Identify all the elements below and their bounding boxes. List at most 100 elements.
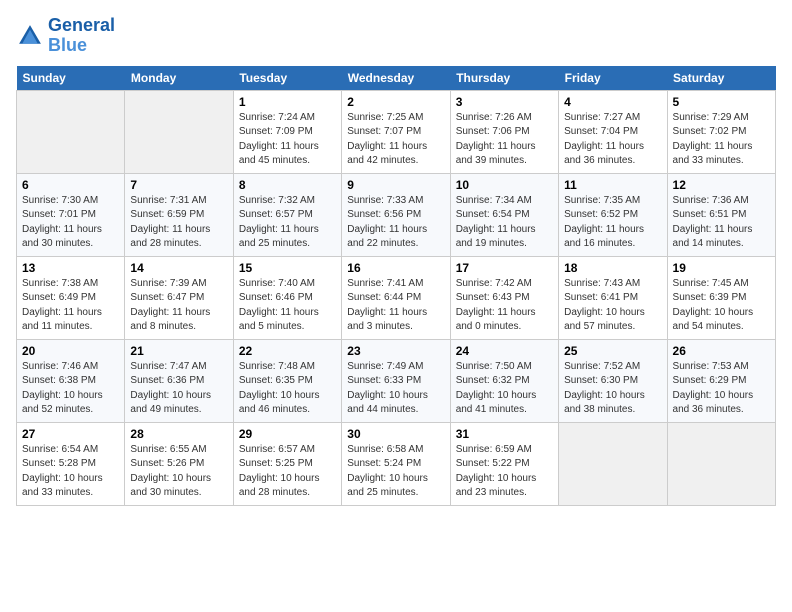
weekday-header-row: SundayMondayTuesdayWednesdayThursdayFrid…	[17, 66, 776, 91]
day-cell	[17, 90, 125, 173]
day-number: 6	[22, 178, 119, 192]
day-cell: 11 Sunrise: 7:35 AM Sunset: 6:52 PM Dayli…	[559, 173, 667, 256]
day-cell: 17Sunrise: 7:42 AM Sunset: 6:43 PM Dayli…	[450, 256, 558, 339]
day-cell: 1 Sunrise: 7:24 AM Sunset: 7:09 PM Daylig…	[233, 90, 341, 173]
day-cell: 21Sunrise: 7:47 AM Sunset: 6:36 PM Dayli…	[125, 339, 233, 422]
day-info: Sunrise: 7:39 AM Sunset: 6:47 PM Dayligh…	[130, 277, 227, 335]
day-cell: 6 Sunrise: 7:30 AM Sunset: 7:01 PM Daylig…	[17, 173, 125, 256]
day-info: Sunrise: 7:50 AM Sunset: 6:32 PM Dayligh…	[456, 360, 553, 418]
day-number: 10	[456, 178, 553, 192]
day-cell: 10 Sunrise: 7:34 AM Sunset: 6:54 PM Dayli…	[450, 173, 558, 256]
day-cell: 29 Sunrise: 6:57 AM Sunset: 5:25 PM Dayli…	[233, 422, 341, 505]
day-number: 11	[564, 178, 661, 192]
day-info: Sunrise: 7:31 AM Sunset: 6:59 PM Dayligh…	[130, 194, 227, 252]
day-info: Sunrise: 7:53 AM Sunset: 6:29 PM Dayligh…	[673, 360, 770, 418]
day-number: 8	[239, 178, 336, 192]
day-cell: 2 Sunrise: 7:25 AM Sunset: 7:07 PM Daylig…	[342, 90, 450, 173]
weekday-header-thursday: Thursday	[450, 66, 558, 91]
day-info: Sunrise: 7:30 AM Sunset: 7:01 PM Dayligh…	[22, 194, 119, 252]
day-info: Sunrise: 7:41 AM Sunset: 6:44 PM Dayligh…	[347, 277, 444, 335]
day-cell: 5 Sunrise: 7:29 AM Sunset: 7:02 PM Daylig…	[667, 90, 775, 173]
weekday-header-tuesday: Tuesday	[233, 66, 341, 91]
day-cell: 3Sunrise: 7:26 AM Sunset: 7:06 PM Daylig…	[450, 90, 558, 173]
day-info: Sunrise: 7:42 AM Sunset: 6:43 PM Dayligh…	[456, 277, 553, 335]
day-cell	[667, 422, 775, 505]
day-number: 2	[347, 95, 444, 109]
day-cell: 4Sunrise: 7:27 AM Sunset: 7:04 PM Daylig…	[559, 90, 667, 173]
day-info: Sunrise: 7:29 AM Sunset: 7:02 PM Dayligh…	[673, 111, 770, 169]
day-number: 5	[673, 95, 770, 109]
day-cell: 8 Sunrise: 7:32 AM Sunset: 6:57 PM Daylig…	[233, 173, 341, 256]
day-info: Sunrise: 7:27 AM Sunset: 7:04 PM Dayligh…	[564, 111, 661, 169]
day-info: Sunrise: 7:35 AM Sunset: 6:52 PM Dayligh…	[564, 194, 661, 252]
day-number: 23	[347, 344, 444, 358]
day-number: 21	[130, 344, 227, 358]
day-cell: 23 Sunrise: 7:49 AM Sunset: 6:33 PM Dayli…	[342, 339, 450, 422]
day-cell: 27 Sunrise: 6:54 AM Sunset: 5:28 PM Dayli…	[17, 422, 125, 505]
day-info: Sunrise: 6:57 AM Sunset: 5:25 PM Dayligh…	[239, 443, 336, 501]
day-number: 14	[130, 261, 227, 275]
day-cell: 31 Sunrise: 6:59 AM Sunset: 5:22 PM Dayli…	[450, 422, 558, 505]
week-row-1: 1 Sunrise: 7:24 AM Sunset: 7:09 PM Daylig…	[17, 90, 776, 173]
day-info: Sunrise: 7:45 AM Sunset: 6:39 PM Dayligh…	[673, 277, 770, 335]
day-number: 24	[456, 344, 553, 358]
day-number: 13	[22, 261, 119, 275]
day-number: 15	[239, 261, 336, 275]
weekday-header-wednesday: Wednesday	[342, 66, 450, 91]
day-info: Sunrise: 7:34 AM Sunset: 6:54 PM Dayligh…	[456, 194, 553, 252]
day-cell: 16 Sunrise: 7:41 AM Sunset: 6:44 PM Dayli…	[342, 256, 450, 339]
day-info: Sunrise: 7:26 AM Sunset: 7:06 PM Dayligh…	[456, 111, 553, 169]
logo-icon	[16, 22, 44, 50]
day-number: 16	[347, 261, 444, 275]
calendar-table: SundayMondayTuesdayWednesdayThursdayFrid…	[16, 66, 776, 506]
day-number: 19	[673, 261, 770, 275]
day-cell: 30Sunrise: 6:58 AM Sunset: 5:24 PM Dayli…	[342, 422, 450, 505]
day-number: 22	[239, 344, 336, 358]
page-header: General Blue	[16, 16, 776, 56]
day-info: Sunrise: 7:52 AM Sunset: 6:30 PM Dayligh…	[564, 360, 661, 418]
day-info: Sunrise: 7:38 AM Sunset: 6:49 PM Dayligh…	[22, 277, 119, 335]
day-number: 27	[22, 427, 119, 441]
day-info: Sunrise: 7:32 AM Sunset: 6:57 PM Dayligh…	[239, 194, 336, 252]
week-row-5: 27 Sunrise: 6:54 AM Sunset: 5:28 PM Dayli…	[17, 422, 776, 505]
day-number: 26	[673, 344, 770, 358]
day-number: 9	[347, 178, 444, 192]
day-cell	[559, 422, 667, 505]
day-cell: 25 Sunrise: 7:52 AM Sunset: 6:30 PM Dayli…	[559, 339, 667, 422]
day-info: Sunrise: 6:59 AM Sunset: 5:22 PM Dayligh…	[456, 443, 553, 501]
day-number: 25	[564, 344, 661, 358]
day-cell: 24 Sunrise: 7:50 AM Sunset: 6:32 PM Dayli…	[450, 339, 558, 422]
day-cell: 15 Sunrise: 7:40 AM Sunset: 6:46 PM Dayli…	[233, 256, 341, 339]
day-cell: 12Sunrise: 7:36 AM Sunset: 6:51 PM Dayli…	[667, 173, 775, 256]
weekday-header-monday: Monday	[125, 66, 233, 91]
week-row-2: 6 Sunrise: 7:30 AM Sunset: 7:01 PM Daylig…	[17, 173, 776, 256]
day-cell: 22 Sunrise: 7:48 AM Sunset: 6:35 PM Dayli…	[233, 339, 341, 422]
day-cell: 18Sunrise: 7:43 AM Sunset: 6:41 PM Dayli…	[559, 256, 667, 339]
day-number: 20	[22, 344, 119, 358]
day-cell: 14 Sunrise: 7:39 AM Sunset: 6:47 PM Dayli…	[125, 256, 233, 339]
week-row-3: 13 Sunrise: 7:38 AM Sunset: 6:49 PM Dayli…	[17, 256, 776, 339]
day-info: Sunrise: 7:25 AM Sunset: 7:07 PM Dayligh…	[347, 111, 444, 169]
week-row-4: 20Sunrise: 7:46 AM Sunset: 6:38 PM Dayli…	[17, 339, 776, 422]
day-number: 1	[239, 95, 336, 109]
day-info: Sunrise: 7:48 AM Sunset: 6:35 PM Dayligh…	[239, 360, 336, 418]
day-info: Sunrise: 6:54 AM Sunset: 5:28 PM Dayligh…	[22, 443, 119, 501]
weekday-header-saturday: Saturday	[667, 66, 775, 91]
day-number: 12	[673, 178, 770, 192]
day-number: 30	[347, 427, 444, 441]
day-number: 18	[564, 261, 661, 275]
day-info: Sunrise: 7:24 AM Sunset: 7:09 PM Dayligh…	[239, 111, 336, 169]
day-cell: 26 Sunrise: 7:53 AM Sunset: 6:29 PM Dayli…	[667, 339, 775, 422]
weekday-header-friday: Friday	[559, 66, 667, 91]
day-cell	[125, 90, 233, 173]
day-cell: 13 Sunrise: 7:38 AM Sunset: 6:49 PM Dayli…	[17, 256, 125, 339]
logo-text: General Blue	[48, 16, 115, 56]
day-info: Sunrise: 7:49 AM Sunset: 6:33 PM Dayligh…	[347, 360, 444, 418]
day-info: Sunrise: 7:33 AM Sunset: 6:56 PM Dayligh…	[347, 194, 444, 252]
day-info: Sunrise: 7:40 AM Sunset: 6:46 PM Dayligh…	[239, 277, 336, 335]
day-number: 29	[239, 427, 336, 441]
day-number: 31	[456, 427, 553, 441]
day-number: 7	[130, 178, 227, 192]
logo: General Blue	[16, 16, 115, 56]
day-cell: 9 Sunrise: 7:33 AM Sunset: 6:56 PM Daylig…	[342, 173, 450, 256]
